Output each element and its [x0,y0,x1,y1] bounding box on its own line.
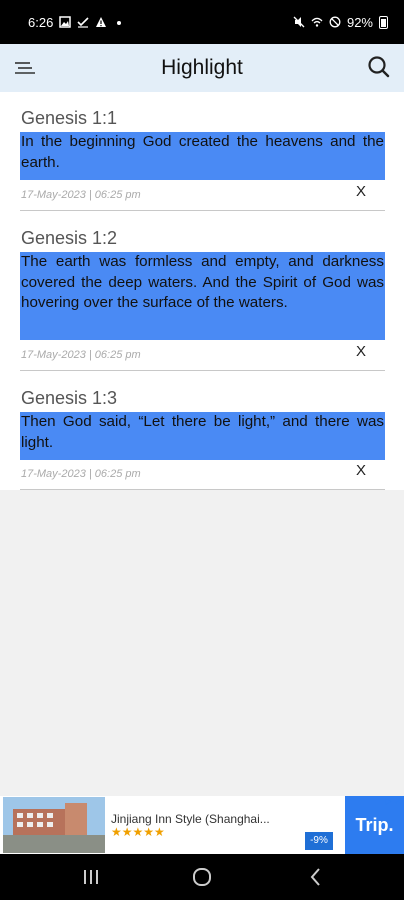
dot-icon [117,21,122,25]
search-icon[interactable] [366,54,392,80]
divider [20,370,385,371]
menu-icon[interactable] [14,58,36,78]
verse-reference[interactable]: Genesis 1:1 [21,108,117,129]
image-icon [59,16,72,28]
remove-highlight-button[interactable]: X [356,343,366,360]
highlight-list: Genesis 1:1 In the beginning God created… [0,92,404,490]
battery-percent: 92% [346,14,373,30]
ad-discount-badge: -9% [305,832,333,850]
hotel-image [3,797,105,853]
divider [20,210,385,211]
ad-rating: ★★★★★ [111,825,165,839]
highlight-card: Genesis 1:3 Then God said, “Let there be… [0,372,404,492]
highlighted-verse-text[interactable]: Then God said, “Let there be light,” and… [20,412,385,460]
ad-choices-icon[interactable]: ▷ ✕ [385,796,402,807]
navigation-bar [0,854,404,900]
highlight-date: 17-May-2023 | 06:25 pm [21,349,141,361]
highlighted-verse-text[interactable]: The earth was formless and empty, and da… [20,252,385,340]
status-bar: 6:26 92% [0,0,404,44]
battery-icon [379,15,388,29]
divider [20,489,385,490]
back-icon[interactable] [305,866,327,888]
status-time: 6:26 [28,14,54,30]
verse-reference[interactable]: Genesis 1:2 [21,228,117,249]
highlight-date: 17-May-2023 | 06:25 pm [21,189,141,201]
verse-reference[interactable]: Genesis 1:3 [21,388,117,409]
app-bar: Highlight [0,44,404,92]
mute-icon [293,16,305,28]
remove-highlight-button[interactable]: X [356,183,366,200]
wifi-icon [311,17,323,27]
highlight-date: 17-May-2023 | 06:25 pm [21,468,141,480]
ad-banner[interactable]: Jinjiang Inn Style (Shanghai... ★★★★★ Tr… [0,796,404,854]
highlight-card: Genesis 1:1 In the beginning God created… [0,92,404,212]
home-icon[interactable] [191,866,213,888]
recent-apps-icon[interactable] [80,866,102,888]
highlighted-verse-text[interactable]: In the beginning God created the heavens… [20,132,385,180]
checkmark-icon [77,17,89,28]
warning-icon [96,17,107,27]
remove-highlight-button[interactable]: X [356,462,366,479]
highlight-card: Genesis 1:2 The earth was formless and e… [0,212,404,372]
do-not-disturb-icon [329,16,341,28]
page-title: Highlight [161,56,243,79]
ad-title: Jinjiang Inn Style (Shanghai... [111,812,270,826]
ad-brand-text: Trip. [355,814,394,835]
